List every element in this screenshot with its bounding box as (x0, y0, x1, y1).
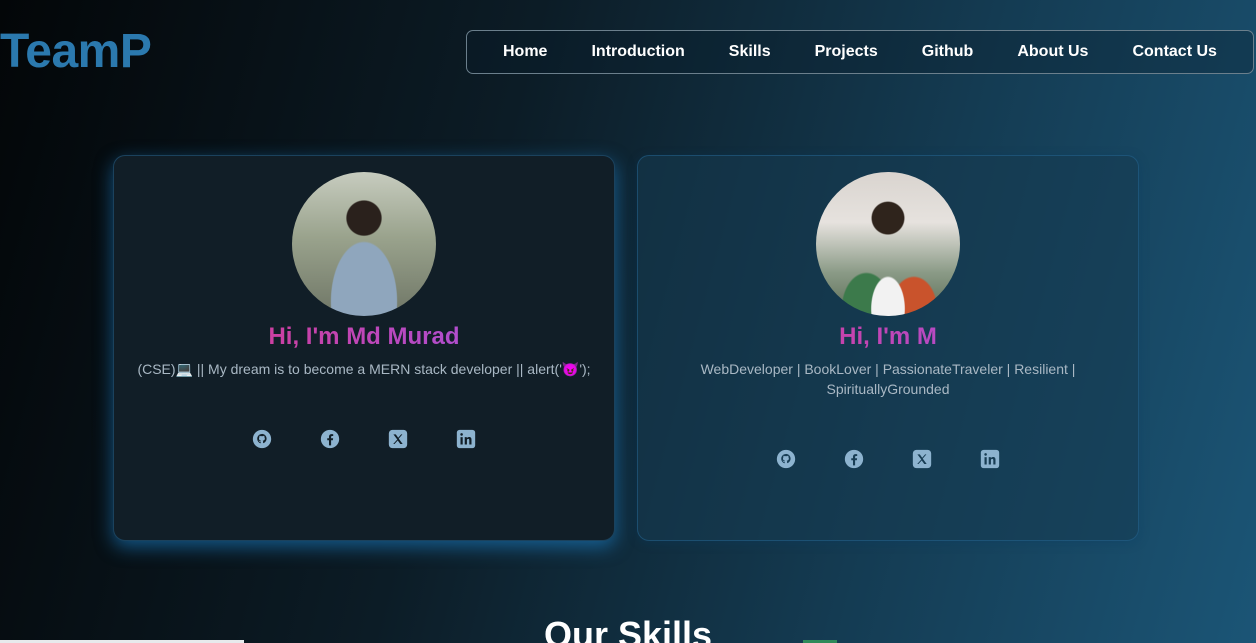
nav-skills[interactable]: Skills (729, 43, 771, 61)
nav-home[interactable]: Home (503, 43, 547, 61)
profile-card-m: Hi, I'm M WebDeveloper | BookLover | Pas… (637, 155, 1139, 541)
avatar (816, 172, 960, 316)
profile-greeting: Hi, I'm M (638, 323, 1138, 351)
nav-introduction[interactable]: Introduction (591, 43, 684, 61)
profile-bio: (CSE)💻 || My dream is to become a MERN s… (137, 361, 591, 377)
linkedin-icon[interactable] (455, 428, 477, 450)
profile-card-murad: Hi, I'm Md Murad (CSE)💻 || My dream is t… (113, 155, 615, 541)
profile-greeting: Hi, I'm Md Murad (114, 323, 614, 351)
x-icon[interactable] (387, 428, 409, 450)
main-nav: Home Introduction Skills Projects Github… (466, 30, 1254, 74)
nav-github[interactable]: Github (922, 43, 974, 61)
avatar (292, 172, 436, 316)
nav-contact-us[interactable]: Contact Us (1132, 43, 1216, 61)
linkedin-icon[interactable] (979, 448, 1001, 470)
social-links (638, 448, 1138, 470)
facebook-icon[interactable] (319, 428, 341, 450)
github-icon[interactable] (251, 428, 273, 450)
profile-bio: WebDeveloper | BookLover | PassionateTra… (700, 361, 1076, 397)
x-icon[interactable] (911, 448, 933, 470)
site-logo[interactable]: TeamP (0, 24, 152, 79)
nav-projects[interactable]: Projects (815, 43, 878, 61)
facebook-icon[interactable] (843, 448, 865, 470)
social-links (114, 428, 614, 450)
skills-section-title: Our Skills (543, 614, 713, 643)
nav-about-us[interactable]: About Us (1017, 43, 1088, 61)
github-icon[interactable] (775, 448, 797, 470)
